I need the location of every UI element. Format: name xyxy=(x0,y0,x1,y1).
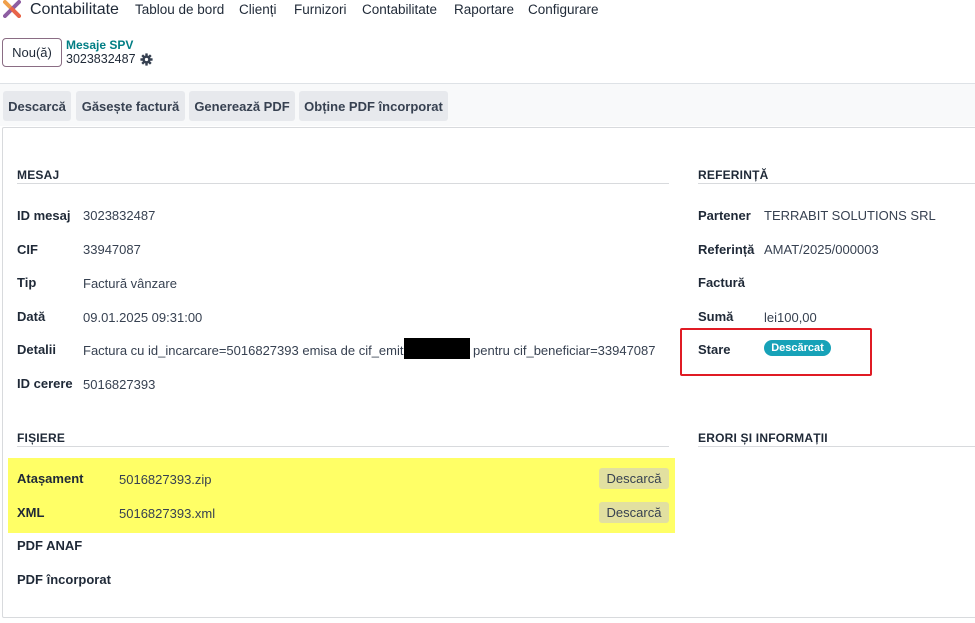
group-separator xyxy=(17,446,669,447)
menu-configurare[interactable]: Configurare xyxy=(528,1,599,19)
field-label-pdf-anaf: PDF ANAF xyxy=(17,538,83,553)
field-label-atasament: Atașament xyxy=(17,471,84,486)
breadcrumb-record: 3023832487 xyxy=(66,52,136,66)
field-value-referinta: AMAT/2025/000003 xyxy=(764,242,879,257)
menu-tablou-de-bord[interactable]: Tablou de bord xyxy=(135,1,224,19)
menu-furnizori[interactable]: Furnizori xyxy=(294,1,347,19)
field-label-xml: XML xyxy=(17,505,45,520)
group-separator xyxy=(17,183,669,184)
annotation-highlight xyxy=(8,458,675,533)
find-invoice-button[interactable]: Găsește factură xyxy=(76,91,185,121)
field-label-tip: Tip xyxy=(17,275,37,290)
field-label-referinta: Referință xyxy=(698,242,755,257)
field-value-cif: 33947087 xyxy=(83,242,141,257)
field-value-id-mesaj: 3023832487 xyxy=(83,208,156,223)
field-value-xml[interactable]: 5016827393.xml xyxy=(119,506,215,521)
gear-icon[interactable] xyxy=(140,53,153,66)
field-value-tip: Factură vânzare xyxy=(83,276,177,291)
menu-clienti[interactable]: Clienți xyxy=(239,1,277,19)
field-value-suma: lei100,00 xyxy=(764,310,817,325)
field-label-detalii: Detalii xyxy=(17,342,57,357)
field-value-id-cerere: 5016827393 xyxy=(83,377,156,392)
field-label-factura: Factură xyxy=(698,275,745,290)
group-title-erori: ERORI ȘI INFORMAȚII xyxy=(698,431,828,445)
field-label-id-cerere: ID cerere xyxy=(17,376,73,391)
field-label-data: Dată xyxy=(17,309,46,324)
group-separator xyxy=(698,183,975,184)
field-value-partener[interactable]: TERRABIT SOLUTIONS SRL xyxy=(764,208,936,223)
breadcrumb-link[interactable]: Mesaje SPV xyxy=(66,38,133,52)
group-title-referinta: REFERINȚĂ xyxy=(698,168,769,182)
accounting-app-icon[interactable] xyxy=(3,0,21,18)
field-label-stare: Stare xyxy=(698,342,731,357)
status-badge: Descărcat xyxy=(764,340,831,356)
group-separator xyxy=(698,446,975,447)
field-value-atasament[interactable]: 5016827393.zip xyxy=(119,472,212,487)
download-atasament-button[interactable]: Descarcă xyxy=(599,468,669,489)
menu-raportare[interactable]: Raportare xyxy=(454,1,514,19)
field-label-pdf-incorporat: PDF încorporat xyxy=(17,572,111,587)
field-label-cif: CIF xyxy=(17,242,38,257)
app-name[interactable]: Contabilitate xyxy=(30,0,119,20)
group-title-mesaj: MESAJ xyxy=(17,168,60,182)
field-label-partener: Partener xyxy=(698,208,751,223)
field-label-suma: Sumă xyxy=(698,309,734,324)
get-embedded-pdf-button[interactable]: Obține PDF încorporat xyxy=(299,91,448,121)
new-button[interactable]: Nou(ă) xyxy=(2,38,62,67)
field-value-data: 09.01.2025 09:31:00 xyxy=(83,310,203,325)
download-button[interactable]: Descarcă xyxy=(3,91,71,121)
group-title-fisiere: FIȘIERE xyxy=(17,431,66,445)
top-navbar: Contabilitate Tablou de bord Clienți Fur… xyxy=(0,0,975,20)
menu-contabilitate[interactable]: Contabilitate xyxy=(362,1,437,19)
redaction-block xyxy=(404,338,470,359)
generate-pdf-button[interactable]: Generează PDF xyxy=(189,91,295,121)
field-value-detalii: Factura cu id_incarcare=5016827393 emisa… xyxy=(83,343,422,358)
field-value-detalii-suffix: pentru cif_beneficiar=33947087 xyxy=(473,343,656,358)
download-xml-button[interactable]: Descarcă xyxy=(599,502,669,523)
field-label-id-mesaj: ID mesaj xyxy=(17,208,71,223)
